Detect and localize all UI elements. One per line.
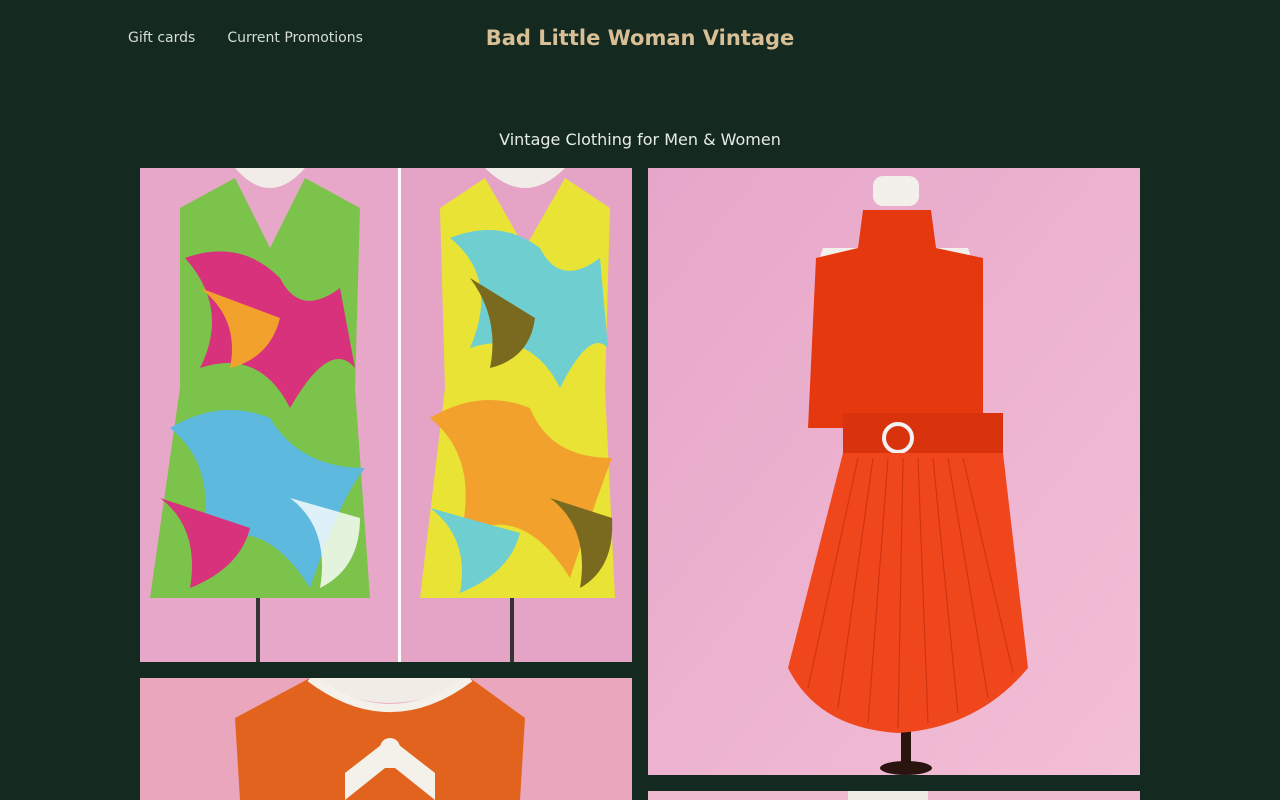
product-image-next[interactable] bbox=[648, 791, 1140, 800]
next-product-photo bbox=[648, 791, 1140, 800]
bow-top-photo bbox=[140, 678, 632, 800]
product-image-bow-top[interactable] bbox=[140, 678, 632, 800]
product-image-orange-dress[interactable] bbox=[648, 168, 1140, 775]
floral-dresses-photo bbox=[140, 168, 632, 662]
collection-tagline: Vintage Clothing for Men & Women bbox=[499, 130, 781, 149]
product-image-floral-dresses[interactable] bbox=[140, 168, 632, 662]
orange-dress-photo bbox=[648, 168, 1140, 775]
site-title[interactable]: Bad Little Woman Vintage bbox=[0, 26, 1280, 50]
